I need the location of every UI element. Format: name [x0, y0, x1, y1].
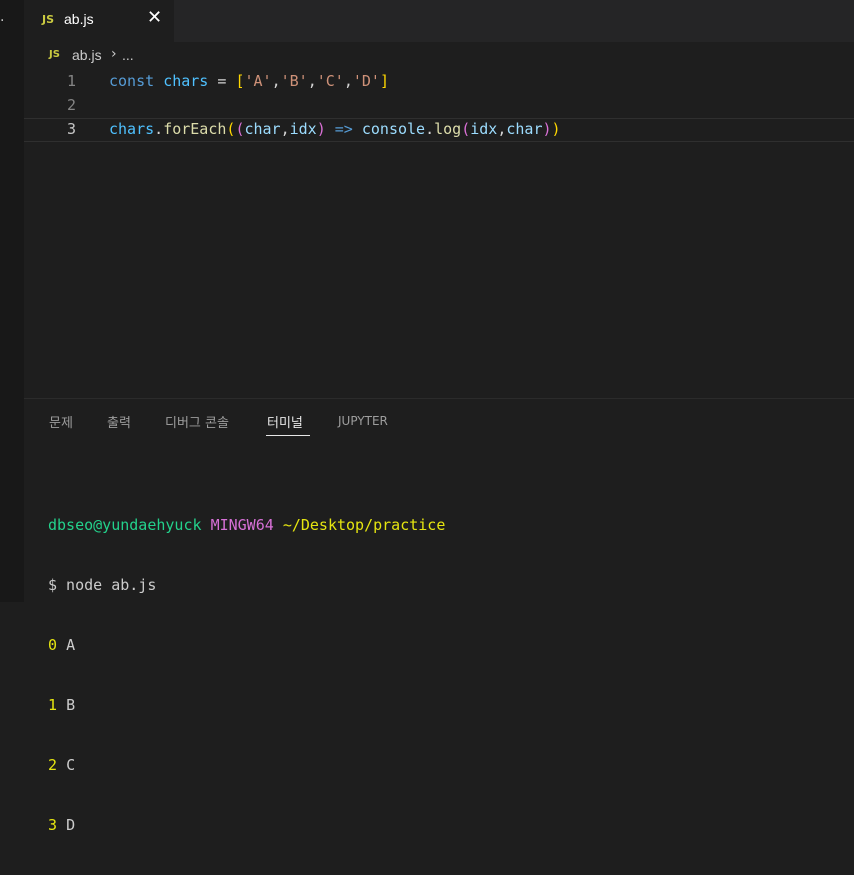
breadcrumb-symbols[interactable]: ...: [122, 47, 134, 63]
code-token: chars: [109, 120, 155, 138]
code-token: 'B': [280, 72, 308, 90]
output-value: B: [66, 696, 76, 714]
active-tab-indicator: [266, 435, 310, 436]
code-token: console: [361, 120, 426, 138]
tab-title: ab.js: [64, 11, 94, 27]
output-value: D: [66, 816, 76, 834]
code-text: const chars = ['A','B','C','D']: [109, 72, 389, 90]
prompt-system: MINGW64: [210, 516, 274, 534]
code-token: 'D': [352, 72, 380, 90]
output-index: 0: [48, 636, 58, 654]
line-number: 2: [66, 96, 76, 114]
output-value: C: [66, 756, 76, 774]
code-token: (: [461, 120, 471, 138]
terminal-prompt: dbseo@yundaehyuck MINGW64 ~/Desktop/prac…: [48, 515, 445, 535]
code-text: chars.forEach((char,idx) => console.log(…: [109, 120, 561, 138]
tab-debug-console[interactable]: 디버그 콘솔: [165, 412, 229, 431]
code-token: char: [506, 120, 543, 138]
code-token: ,: [307, 72, 317, 90]
javascript-file-icon: JS: [42, 13, 55, 26]
code-line[interactable]: 2: [24, 94, 854, 118]
code-token: ): [316, 120, 326, 138]
prompt-path: ~/Desktop/practice: [282, 516, 446, 534]
code-token: 'C': [316, 72, 344, 90]
terminal-output[interactable]: dbseo@yundaehyuck MINGW64 ~/Desktop/prac…: [48, 475, 445, 875]
editor-tab-bar: JS ab.js ✕: [24, 0, 854, 42]
code-token: .: [425, 120, 435, 138]
code-token: =: [208, 72, 236, 90]
chevron-right-icon: ›: [111, 46, 117, 62]
terminal-output-line: 0 A: [48, 635, 445, 655]
code-token: log: [434, 120, 462, 138]
breadcrumb: JS ab.js › ...: [24, 42, 854, 70]
code-token: chars: [163, 72, 209, 90]
code-token: =>: [334, 120, 353, 138]
code-line[interactable]: 3 chars.forEach((char,idx) => console.log…: [24, 118, 854, 142]
code-token: idx: [470, 120, 498, 138]
terminal-output-line: 3 D: [48, 815, 445, 835]
code-token: ,: [343, 72, 353, 90]
tab-terminal[interactable]: 터미널: [267, 412, 303, 431]
code-token: .: [154, 120, 164, 138]
panel-tab-bar: 문제 출력 디버그 콘솔 터미널 JUPYTER: [24, 399, 854, 441]
close-icon[interactable]: ✕: [147, 9, 162, 27]
code-token: char: [244, 120, 281, 138]
breadcrumb-file[interactable]: ab.js: [72, 47, 102, 63]
terminal-output-line: 1 B: [48, 695, 445, 715]
code-token: idx: [289, 120, 317, 138]
tab-output[interactable]: 출력: [107, 412, 131, 431]
tab-problems[interactable]: 문제: [49, 412, 73, 431]
tab-jupyter[interactable]: JUPYTER: [338, 414, 388, 428]
code-token: ,: [271, 72, 281, 90]
explorer-edge: ·: [0, 0, 24, 602]
terminal-command: $ node ab.js: [48, 576, 157, 594]
line-number: 3: [66, 120, 76, 138]
code-token: ]: [379, 72, 389, 90]
prompt-user: dbseo@yundaehyuck: [48, 516, 202, 534]
line-number: 1: [66, 72, 76, 90]
code-token: ,: [280, 120, 290, 138]
more-icon[interactable]: ·: [0, 14, 4, 28]
terminal-output-line: 2 C: [48, 755, 445, 775]
output-index: 1: [48, 696, 58, 714]
code-editor[interactable]: 1 const chars = ['A','B','C','D'] 2 3 chars.…: [24, 70, 854, 398]
code-line[interactable]: 1 const chars = ['A','B','C','D']: [24, 70, 854, 94]
code-token: 'A': [244, 72, 272, 90]
vscode-window: · JS ab.js ✕ JS ab.js › ... 1 const chars…: [0, 0, 854, 834]
output-index: 3: [48, 816, 58, 834]
javascript-file-icon: JS: [49, 49, 60, 60]
code-token: forEach: [163, 120, 227, 138]
code-token: ): [551, 120, 561, 138]
output-value: A: [66, 636, 76, 654]
output-index: 2: [48, 756, 58, 774]
code-token: const: [109, 72, 155, 90]
bottom-panel: 문제 출력 디버그 콘솔 터미널 JUPYTER dbseo@yundaehyu…: [24, 398, 854, 834]
tab-ab-js[interactable]: JS ab.js ✕: [24, 0, 174, 42]
code-token: ): [542, 120, 552, 138]
